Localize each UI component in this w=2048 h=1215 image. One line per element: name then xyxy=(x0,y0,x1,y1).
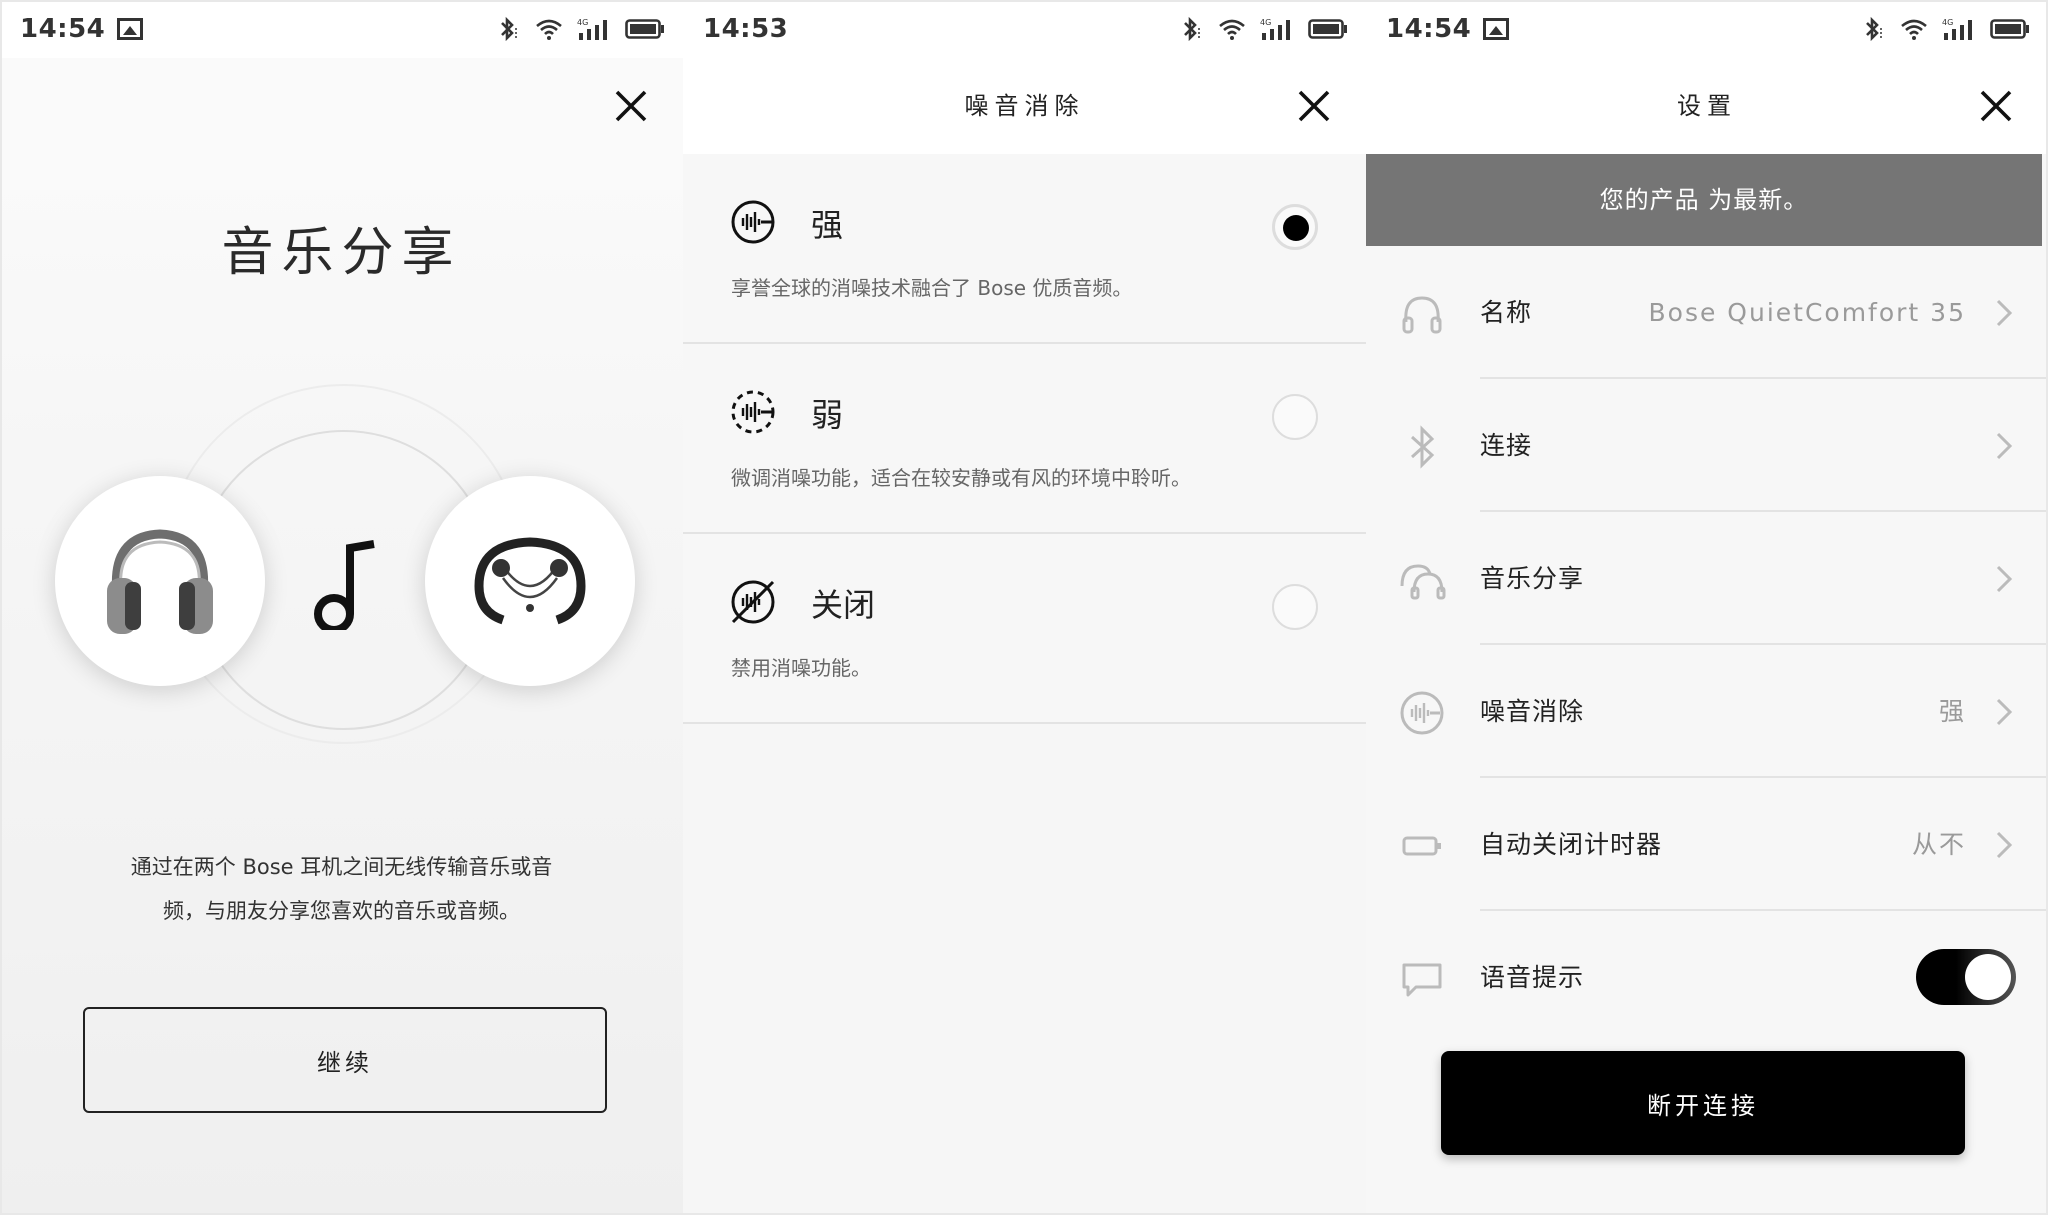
disconnect-button[interactable]: 断开连接 xyxy=(1441,1051,1965,1155)
continue-button[interactable]: 继续 xyxy=(83,1007,607,1113)
header xyxy=(0,58,683,154)
image-notification-icon xyxy=(117,18,144,40)
wifi-icon xyxy=(536,19,562,40)
nc-option-description: 禁用消噪功能。 xyxy=(731,656,871,680)
settings-row-noise-cancelling[interactable]: 噪音消除 强 xyxy=(1366,645,2048,778)
over-ear-headphones-icon xyxy=(107,529,213,634)
wifi-icon xyxy=(1219,19,1245,40)
settings-screen: 14:54 4G 设置 您的产品 为最新。 名称 Bose QuietComfo… xyxy=(1366,0,2048,1215)
settings-row-label: 连接 xyxy=(1480,431,1533,460)
description: 通过在两个 Bose 耳机之间无线传输音乐或音 频，与朋友分享您喜欢的音乐或音频… xyxy=(60,845,623,933)
settings-row-label: 音乐分享 xyxy=(1480,564,1585,593)
music-share-icon xyxy=(1400,564,1446,600)
signal-4g-icon: 4G xyxy=(1942,18,1972,40)
battery-status-icon xyxy=(1308,19,1347,39)
status-bar: 14:54 4G xyxy=(1366,0,2048,58)
signal-4g-icon: 4G xyxy=(1260,18,1290,40)
noise-cancel-low-icon xyxy=(731,390,775,434)
bluetooth-status-icon xyxy=(1184,16,1200,42)
header: 噪音消除 xyxy=(683,58,1366,154)
svg-text:4G: 4G xyxy=(577,18,588,27)
status-time: 14:54 xyxy=(20,14,106,44)
chevron-right-icon xyxy=(1996,698,2013,726)
nc-option-label: 关闭 xyxy=(811,586,876,624)
chevron-right-icon xyxy=(1996,299,2013,327)
settings-row-name[interactable]: 名称 Bose QuietComfort 35 xyxy=(1366,246,2048,379)
settings-row-label: 自动关闭计时器 xyxy=(1480,830,1663,859)
settings-row-music-share[interactable]: 音乐分享 xyxy=(1366,512,2048,645)
nc-option-low[interactable]: 弱 微调消噪功能，适合在较安静或有风的环境中聆听。 xyxy=(683,344,1366,534)
chevron-right-icon xyxy=(1996,565,2013,593)
settings-row-label: 噪音消除 xyxy=(1480,697,1585,726)
battery-status-icon xyxy=(625,19,664,39)
close-icon[interactable] xyxy=(611,86,651,126)
nc-option-label: 强 xyxy=(811,206,844,244)
neckband-earbuds-icon xyxy=(474,537,586,625)
settings-row-connection[interactable]: 连接 xyxy=(1366,379,2048,512)
status-bar: 14:54 4G xyxy=(0,0,683,58)
image-notification-icon xyxy=(1483,18,1510,40)
close-icon[interactable] xyxy=(1294,86,1334,126)
settings-row-value: Bose QuietComfort 35 xyxy=(1648,298,1966,327)
bluetooth-icon xyxy=(1410,425,1435,469)
chevron-right-icon xyxy=(1996,432,2013,460)
signal-4g-icon: 4G xyxy=(577,18,607,40)
battery-status-icon xyxy=(1990,19,2029,39)
wifi-icon xyxy=(1901,19,1927,40)
close-icon[interactable] xyxy=(1976,86,2016,126)
voice-prompts-toggle[interactable] xyxy=(1916,949,2016,1005)
nc-option-label: 弱 xyxy=(811,396,844,434)
music-share-screen: 14:54 4G 音乐分享 通过在两个 Bose 耳机之间无线传输音乐或音 频，… xyxy=(0,0,683,1215)
status-bar: 14:53 4G xyxy=(683,0,1366,58)
noise-cancel-off-icon xyxy=(731,580,775,624)
speech-bubble-icon xyxy=(1402,963,1442,997)
noise-cancel-icon xyxy=(1400,691,1444,735)
radio-button[interactable] xyxy=(1272,584,1318,630)
bluetooth-status-icon xyxy=(1866,16,1882,42)
nc-option-off[interactable]: 关闭 禁用消噪功能。 xyxy=(683,534,1366,724)
music-note-icon xyxy=(314,540,375,630)
page-title: 噪音消除 xyxy=(964,92,1085,120)
svg-text:4G: 4G xyxy=(1260,18,1271,27)
description-line-2: 频，与朋友分享您喜欢的音乐或音频。 xyxy=(163,899,520,923)
settings-row-auto-off[interactable]: 自动关闭计时器 从不 xyxy=(1366,778,2048,911)
chevron-right-icon xyxy=(1996,831,2013,859)
battery-icon xyxy=(1402,836,1441,856)
page-title: 设置 xyxy=(1677,92,1737,120)
settings-row-value: 从不 xyxy=(1911,830,1966,859)
bluetooth-status-icon xyxy=(501,16,517,42)
status-time: 14:54 xyxy=(1386,14,1472,44)
nc-option-description: 享誉全球的消噪技术融合了 Bose 优质音频。 xyxy=(731,276,1133,300)
settings-row-label: 语音提示 xyxy=(1480,963,1585,992)
svg-text:4G: 4G xyxy=(1942,18,1953,27)
description-line-1: 通过在两个 Bose 耳机之间无线传输音乐或音 xyxy=(130,855,553,879)
headphones-icon xyxy=(1402,296,1442,334)
update-status-banner: 您的产品 为最新。 xyxy=(1366,154,2042,246)
nc-option-high[interactable]: 强 享誉全球的消噪技术融合了 Bose 优质音频。 xyxy=(683,154,1366,344)
settings-row-label: 名称 xyxy=(1480,298,1533,327)
headphones-circle xyxy=(55,476,265,686)
noise-cancelling-screen: 14:53 4G 噪音消除 强 享誉全球的消噪技术融合了 Bose 优质音频。 … xyxy=(683,0,1366,1215)
nc-option-description: 微调消噪功能，适合在较安静或有风的环境中聆听。 xyxy=(731,466,1191,490)
toggle-knob xyxy=(1965,954,2011,1000)
noise-cancel-high-icon xyxy=(731,200,775,244)
page-title: 音乐分享 xyxy=(221,223,462,283)
radio-button[interactable] xyxy=(1272,394,1318,440)
settings-row-voice-prompts: 语音提示 xyxy=(1366,911,2048,1044)
settings-row-value: 强 xyxy=(1938,697,1966,726)
radio-button-selected[interactable] xyxy=(1272,204,1318,250)
header: 设置 xyxy=(1366,58,2048,154)
earbuds-circle xyxy=(425,476,635,686)
status-time: 14:53 xyxy=(703,14,789,44)
